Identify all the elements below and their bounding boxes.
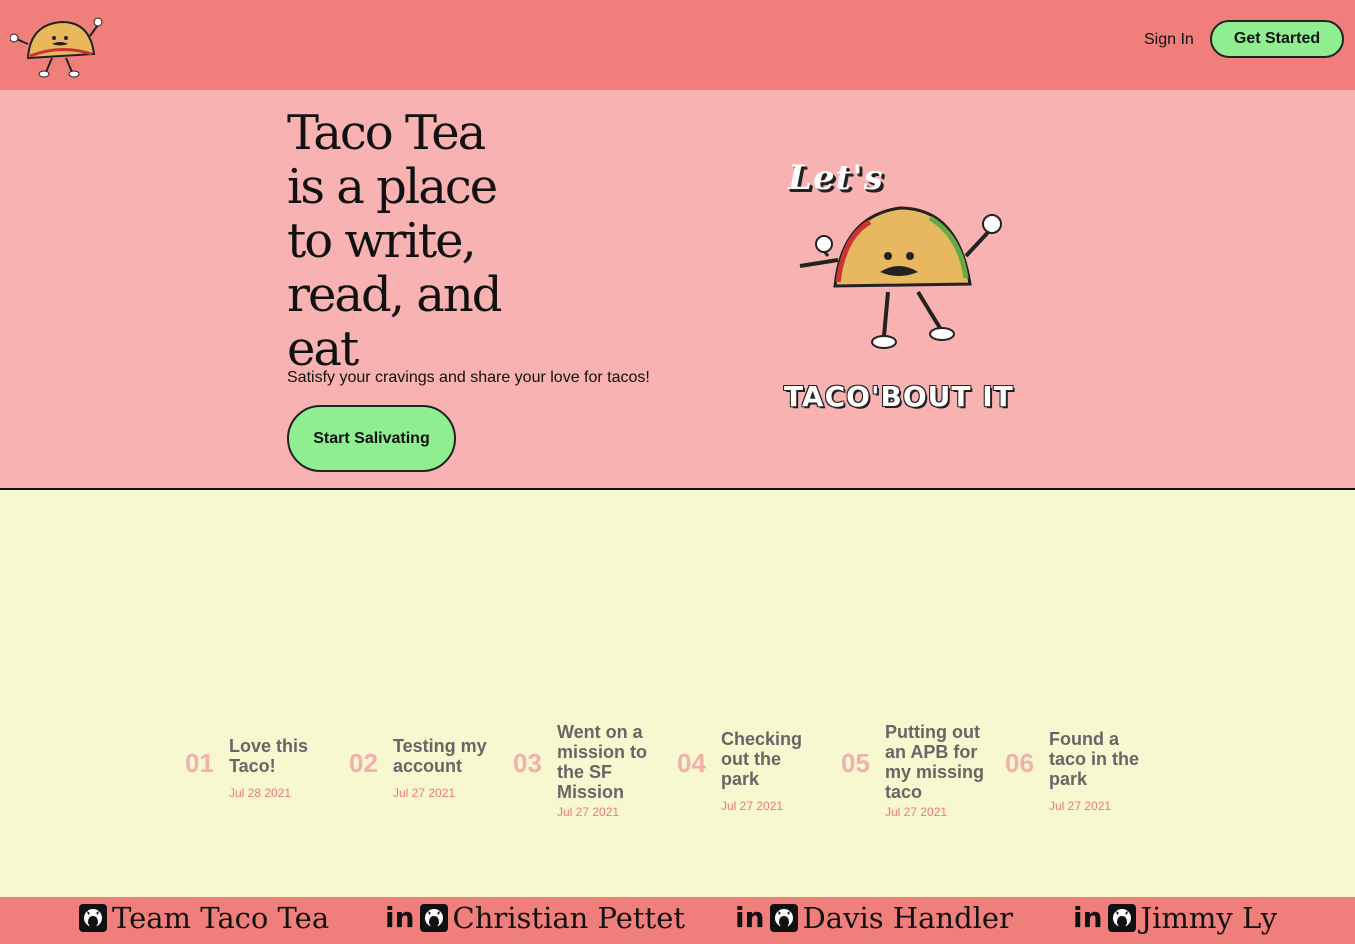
lets-graphic-text: Let's xyxy=(788,158,884,198)
hero-subtitle: Satisfy your cravings and share your lov… xyxy=(287,369,650,386)
tacobout-graphic-text: TACO'BOUT IT xyxy=(784,380,1014,413)
post-number: 03 xyxy=(513,748,542,778)
post-item[interactable]: 01 Love this Taco! Jul 28 2021 xyxy=(185,736,335,856)
post-number: 01 xyxy=(185,748,214,778)
post-title[interactable]: Found a taco in the park xyxy=(1049,729,1149,789)
hero-title: Taco Tea is a place to write, read, and … xyxy=(287,105,502,377)
post-title[interactable]: Checking out the park xyxy=(721,729,813,789)
linkedin-icon[interactable]: in xyxy=(385,903,415,933)
footer-member: in Christian Pettet xyxy=(385,901,685,935)
footer-name: Team Taco Tea xyxy=(112,901,330,935)
post-number: 05 xyxy=(841,748,870,778)
github-icon[interactable] xyxy=(1107,903,1137,933)
post-title[interactable]: Love this Taco! xyxy=(229,736,341,776)
post-number: 06 xyxy=(1005,748,1034,778)
sign-in-link[interactable]: Sign In xyxy=(1144,30,1194,50)
post-date: Jul 27 2021 xyxy=(557,805,620,819)
footer-member: in Davis Handler xyxy=(735,901,1013,935)
top-nav: Sign In Get Started xyxy=(0,0,1355,90)
footer-name: Christian Pettet xyxy=(452,901,686,935)
footer-name: Jimmy Ly xyxy=(1140,901,1278,935)
start-salivating-button[interactable]: Start Salivating xyxy=(287,405,456,472)
footer-member: in Jimmy Ly xyxy=(1073,901,1277,935)
taco-logo-icon[interactable] xyxy=(10,14,106,80)
post-date: Jul 27 2021 xyxy=(393,786,456,800)
github-icon[interactable] xyxy=(769,903,799,933)
github-icon[interactable] xyxy=(419,903,449,933)
post-item[interactable]: 02 Testing my account Jul 27 2021 xyxy=(349,736,499,856)
github-icon[interactable] xyxy=(78,903,108,933)
post-date: Jul 28 2021 xyxy=(229,786,292,800)
post-item[interactable]: 03 Went on a mission to the SF Mission J… xyxy=(513,722,663,842)
post-item[interactable]: 06 Found a taco in the park Jul 27 2021 xyxy=(1005,729,1155,849)
post-date: Jul 27 2021 xyxy=(1049,799,1112,813)
post-item[interactable]: 05 Putting out an APB for my missing tac… xyxy=(841,722,991,842)
post-number: 02 xyxy=(349,748,378,778)
footer-team: Team Taco Tea xyxy=(78,901,329,935)
footer-name: Davis Handler xyxy=(802,901,1013,935)
get-started-button[interactable]: Get Started xyxy=(1210,20,1344,58)
post-number: 04 xyxy=(677,748,706,778)
trending-posts: 01 Love this Taco! Jul 28 2021 02 Testin… xyxy=(0,490,1355,897)
linkedin-icon[interactable]: in xyxy=(1073,903,1103,933)
footer: Team Taco Tea in Christian Pettet in Dav… xyxy=(0,897,1355,944)
post-item[interactable]: 04 Checking out the park Jul 27 2021 xyxy=(677,729,827,849)
post-title[interactable]: Putting out an APB for my missing taco xyxy=(885,722,997,802)
linkedin-icon[interactable]: in xyxy=(735,903,765,933)
post-date: Jul 27 2021 xyxy=(721,799,784,813)
post-title[interactable]: Testing my account xyxy=(393,736,505,776)
post-date: Jul 27 2021 xyxy=(885,805,948,819)
hero-section: Taco Tea is a place to write, read, and … xyxy=(0,90,1355,490)
post-title[interactable]: Went on a mission to the SF Mission xyxy=(557,722,665,802)
